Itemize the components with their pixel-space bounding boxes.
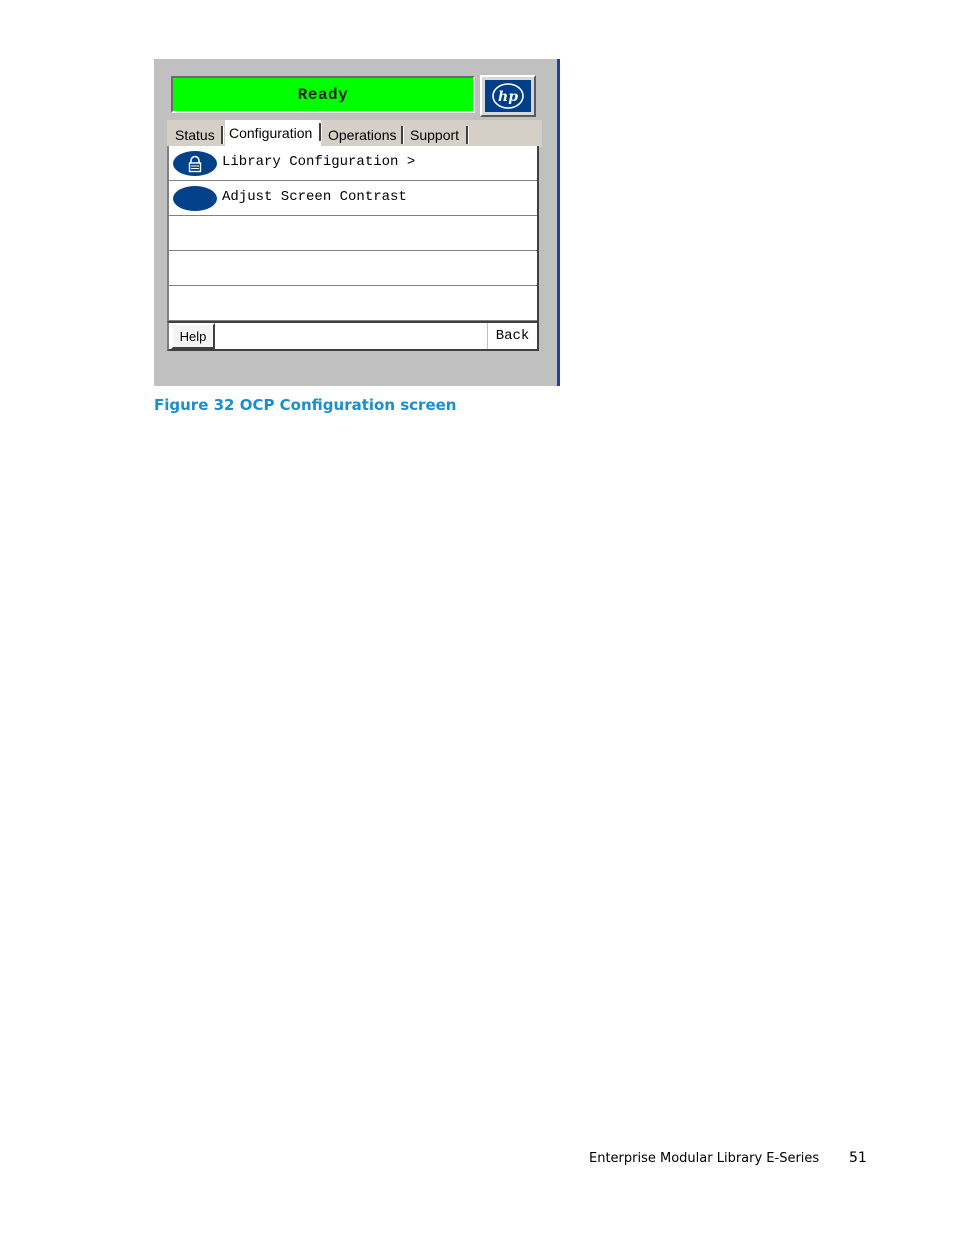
menu-item-label: Library Configuration > — [222, 154, 416, 170]
hp-logo-button[interactable]: hp — [480, 75, 536, 117]
svg-text:hp: hp — [498, 89, 518, 105]
ocp-screenshot: Ready hp Status Configuration Operations… — [154, 59, 560, 386]
help-button[interactable]: Help — [171, 323, 215, 349]
tab-status-label: Status — [175, 127, 215, 143]
menu-item-label: Adjust Screen Contrast — [222, 189, 407, 205]
footer-page-number: 51 — [849, 1150, 867, 1166]
status-bar: Ready — [171, 76, 475, 113]
oval-icon — [173, 186, 217, 211]
menu-item-empty — [169, 286, 537, 321]
tab-configuration-label: Configuration — [229, 125, 313, 141]
menu-item-adjust-screen-contrast[interactable]: Adjust Screen Contrast — [169, 181, 537, 216]
menu-item-empty — [169, 216, 537, 251]
tab-operations[interactable]: Operations — [324, 124, 403, 146]
menu-item-library-configuration[interactable]: Library Configuration > — [169, 146, 537, 181]
tab-support[interactable]: Support — [406, 124, 468, 146]
lock-icon — [173, 151, 217, 176]
menu-list: Library Configuration > Adjust Screen Co… — [167, 146, 539, 322]
tab-status[interactable]: Status — [171, 124, 223, 146]
tab-operations-label: Operations — [328, 127, 397, 143]
tab-bar: Status Configuration Operations Support — [167, 120, 542, 147]
back-button[interactable]: Back — [487, 323, 537, 349]
bottom-button-bar: Help Back — [167, 321, 539, 351]
tab-support-label: Support — [410, 127, 460, 143]
status-text: Ready — [297, 85, 349, 104]
footer-document-title: Enterprise Modular Library E-Series — [589, 1151, 820, 1166]
hp-logo-icon: hp — [485, 80, 531, 112]
menu-item-empty — [169, 251, 537, 286]
tab-configuration[interactable]: Configuration — [225, 120, 321, 147]
figure-caption: Figure 32 OCP Configuration screen — [154, 396, 457, 414]
